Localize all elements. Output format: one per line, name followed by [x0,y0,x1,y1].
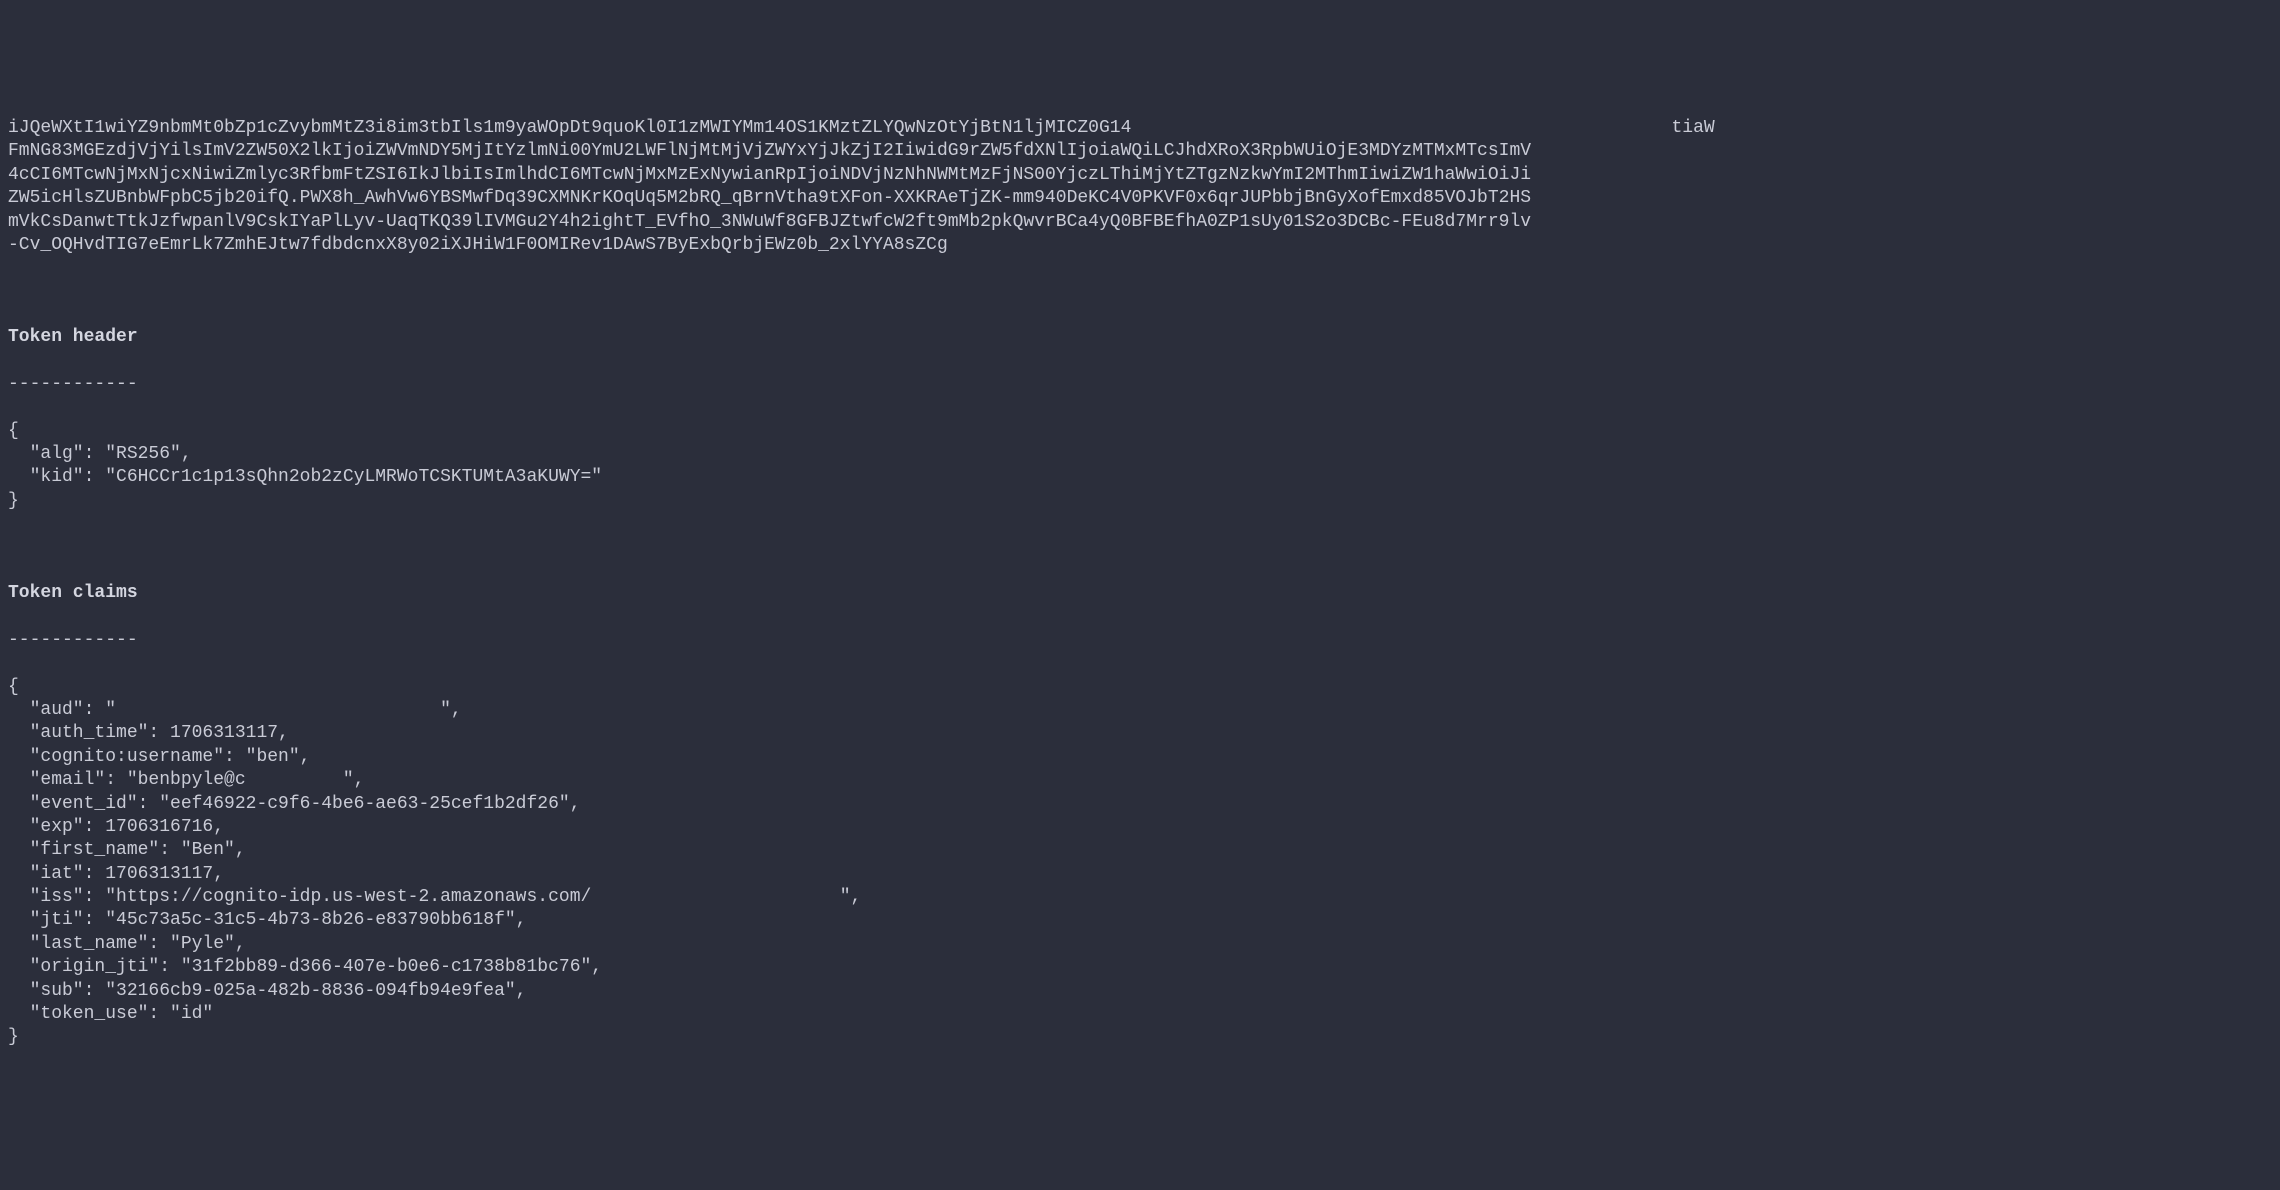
token-header-json: { "alg": "RS256", "kid": "C6HCCr1c1p13sQ… [8,420,2272,514]
jwt-token-text: iJQeWXtI1wiYZ9nbmMt0bZp1cZvybmMtZ3i8im3t… [8,117,2272,257]
token-claims-separator: ------------ [8,629,2272,652]
token-claims-title: Token claims [8,582,2272,605]
terminal-output: iJQeWXtI1wiYZ9nbmMt0bZp1cZvybmMtZ3i8im3t… [0,94,2280,1074]
token-claims-json: { "aud": " ", "auth_time": 1706313117, "… [8,676,2272,1050]
spacer [8,281,2272,303]
token-header-separator: ------------ [8,373,2272,396]
spacer [8,537,2272,559]
token-header-title: Token header [8,326,2272,349]
